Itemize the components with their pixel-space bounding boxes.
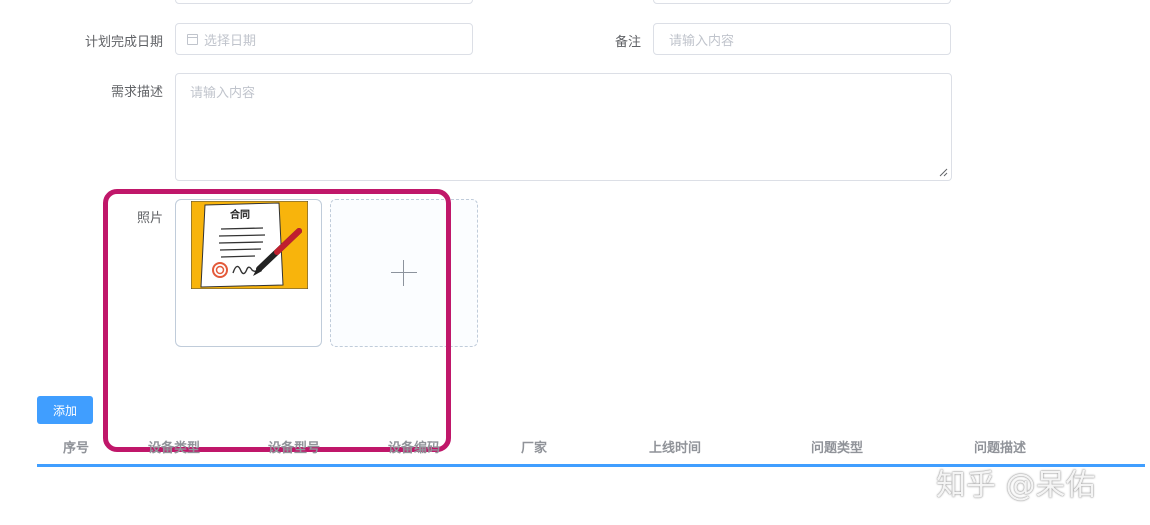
remark-label: 备注 <box>614 35 641 50</box>
column-header-online-time: 上线时间 <box>649 441 702 456</box>
column-header-device-model: 设备型号 <box>268 441 321 456</box>
plan-date-placeholder: 选择日期 <box>204 33 257 49</box>
remark-placeholder: 请输入内容 <box>669 33 735 49</box>
top-left-input[interactable] <box>175 0 473 4</box>
column-header-device-code: 设备编码 <box>388 441 441 456</box>
column-header-issue-description: 问题描述 <box>974 441 1027 456</box>
calendar-icon <box>187 33 198 45</box>
plan-date-label: 计划完成日期 <box>84 35 163 50</box>
column-header-issue-type: 问题类型 <box>811 441 864 456</box>
column-header-vendor: 厂家 <box>521 441 548 456</box>
description-placeholder: 请输入内容 <box>190 86 256 101</box>
description-label: 需求描述 <box>110 85 163 100</box>
highlight-box <box>103 189 451 452</box>
top-right-input[interactable] <box>653 0 951 4</box>
remark-input[interactable]: 请输入内容 <box>653 23 951 55</box>
column-header-index: 序号 <box>63 441 90 456</box>
plan-date-picker[interactable]: 选择日期 <box>175 23 473 55</box>
add-button[interactable]: 添加 <box>37 396 93 424</box>
resize-handle-icon[interactable] <box>939 168 948 177</box>
column-header-device-type: 设备类型 <box>148 441 201 456</box>
watermark: 知乎 @呆佑 <box>936 468 1096 503</box>
description-textarea[interactable]: 请输入内容 <box>175 73 952 181</box>
